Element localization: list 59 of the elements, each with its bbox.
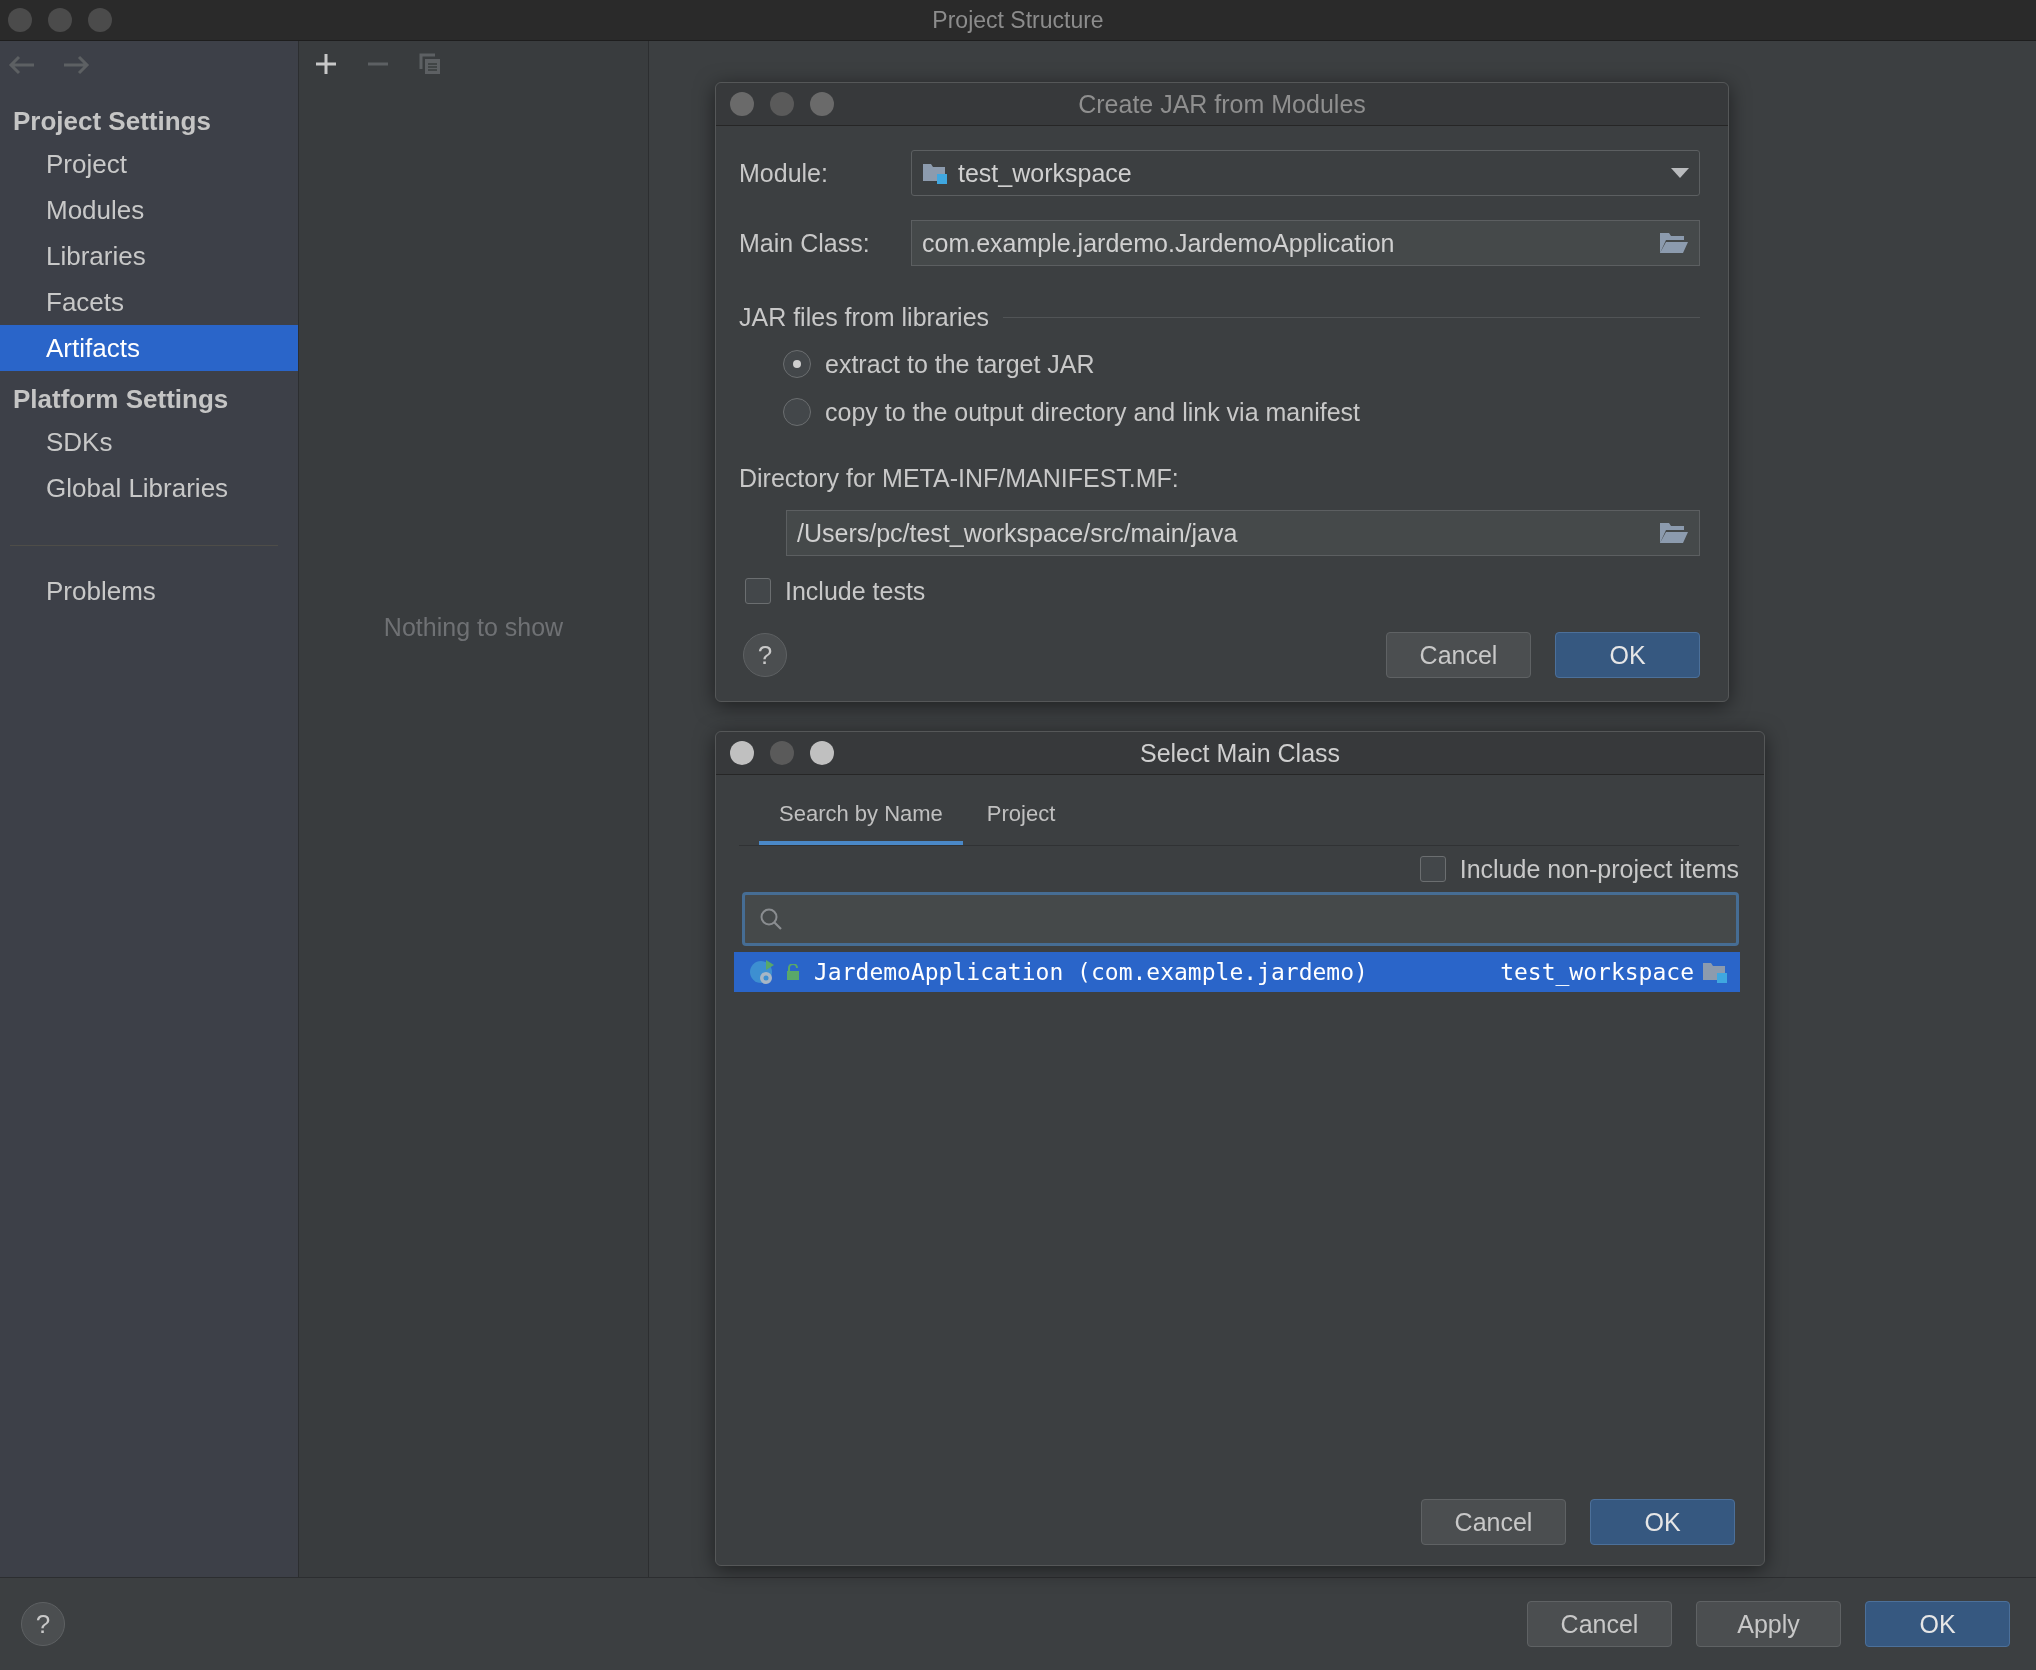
tab[interactable]: Search by Name	[759, 797, 963, 845]
back-arrow-icon[interactable]	[8, 55, 36, 75]
caret-icon	[1671, 168, 1689, 178]
radio-button[interactable]	[783, 398, 811, 426]
sidebar-item[interactable]: Problems	[0, 568, 298, 614]
copy-icon[interactable]	[419, 53, 441, 75]
field-label: Directory for META-INF/MANIFEST.MF:	[739, 463, 1180, 494]
dialog-button[interactable]: Apply	[1696, 1601, 1841, 1647]
sidebar-heading: Platform Settings	[12, 383, 230, 416]
checkbox[interactable]	[745, 578, 771, 604]
module-folder-icon	[922, 161, 948, 185]
field-label: Module:	[739, 158, 829, 188]
module-dropdown[interactable]: test_workspace	[911, 150, 1700, 196]
folder-icon[interactable]	[1659, 231, 1689, 255]
radio-label[interactable]: extract to the target JAR	[825, 349, 1095, 379]
checkbox-label[interactable]: Include non-project items	[1459, 854, 1739, 884]
add-icon[interactable]	[315, 53, 337, 75]
sidebar-item[interactable]: Modules	[0, 187, 298, 233]
sidebar-item[interactable]: Global Libraries	[0, 465, 298, 511]
dialog-button[interactable]: Cancel	[1386, 632, 1531, 678]
dialog-title: Select Main Class	[1139, 738, 1341, 768]
sidebar-item[interactable]: Artifacts	[0, 325, 298, 371]
lock-icon	[786, 964, 800, 980]
folder-icon[interactable]	[1659, 521, 1689, 545]
main-class-field[interactable]: com.example.jardemo.JardemoApplication	[911, 220, 1700, 266]
sidebar-item[interactable]: Project	[0, 141, 298, 187]
window-minimize-button[interactable]	[770, 92, 794, 116]
window-title: Project Structure	[932, 6, 1104, 34]
result-row[interactable]: JardemoApplication (com.example.jardemo) test_workspace	[734, 952, 1740, 992]
module-folder-icon	[1702, 960, 1728, 984]
dialog-button[interactable]: OK	[1555, 632, 1700, 678]
dialog-button[interactable]: Cancel	[1527, 1601, 1672, 1647]
radio-label[interactable]: copy to the output directory and link via manifest	[825, 397, 1360, 427]
tab[interactable]: Project	[966, 797, 1076, 845]
radio-button[interactable]	[783, 350, 811, 378]
checkbox[interactable]	[1419, 856, 1446, 882]
field-label: Main Class:	[739, 228, 871, 258]
manifest-directory-field[interactable]: /Users/pc/test_workspace/src/main/java	[786, 510, 1700, 556]
dialog-title: Create JAR from Modules	[1078, 89, 1366, 119]
sidebar-item[interactable]: SDKs	[0, 419, 298, 465]
dialog-button[interactable]: OK	[1865, 1601, 2010, 1647]
dialog-button[interactable]: Cancel	[1421, 1499, 1566, 1545]
sidebar-heading: Project Settings	[12, 105, 212, 138]
checkbox-label[interactable]: Include tests	[785, 576, 926, 606]
window-close-button[interactable]	[730, 741, 754, 765]
sidebar-item[interactable]: Facets	[0, 279, 298, 325]
forward-arrow-icon[interactable]	[62, 55, 90, 75]
class-name: JardemoApplication (com.example.jardemo)	[814, 959, 1369, 985]
sidebar-item[interactable]: Libraries	[0, 233, 298, 279]
help-button[interactable]: ?	[21, 1602, 65, 1646]
window-minimize-button[interactable]	[770, 741, 794, 765]
module-name: test_workspace	[1500, 959, 1694, 985]
dialog-button[interactable]: OK	[1590, 1499, 1735, 1545]
window-minimize-button[interactable]	[48, 8, 72, 32]
window-zoom-button[interactable]	[810, 741, 834, 765]
search-field[interactable]	[742, 892, 1739, 946]
search-icon	[759, 907, 783, 931]
group-heading: JAR files from libraries	[739, 302, 990, 332]
help-button[interactable]: ?	[743, 633, 787, 677]
